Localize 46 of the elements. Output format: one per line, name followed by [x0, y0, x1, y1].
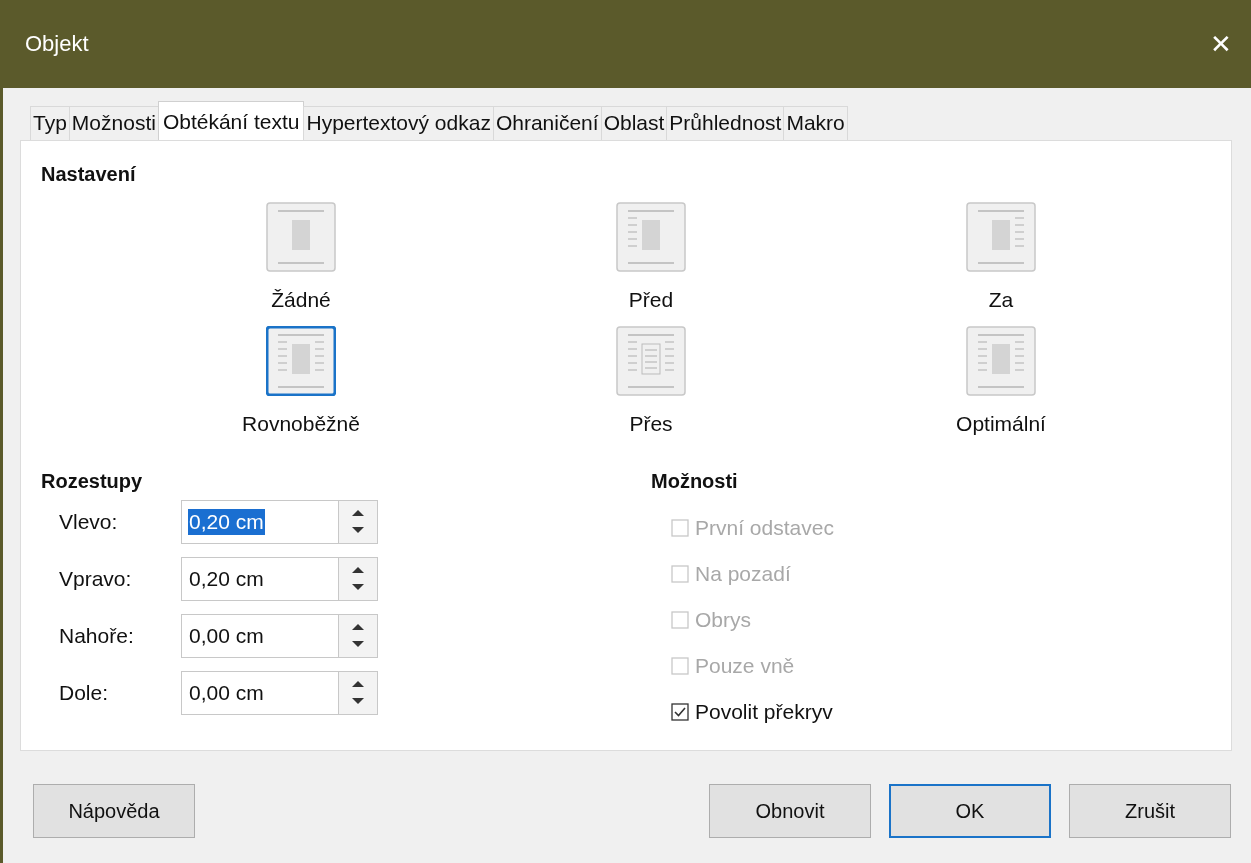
wrap-option-icon[interactable] — [266, 326, 336, 396]
field-label: Nahoře: — [59, 623, 135, 648]
checkbox-label: Na pozadí — [695, 562, 791, 586]
section-heading: Rozestupy — [41, 470, 144, 493]
cancel-button[interactable]: Zrušit — [1069, 784, 1231, 838]
wrap-option-label: Před — [628, 288, 674, 312]
tab[interactable]: Hypertextový odkaz — [303, 106, 494, 140]
down-arrow-icon — [351, 582, 365, 591]
close-button[interactable]: ✕ — [1191, 14, 1251, 74]
spin-field[interactable]: 0,20 cm — [181, 499, 339, 544]
checkbox-label: Obrys — [695, 608, 751, 632]
wrap-option-label: Přes — [629, 412, 673, 436]
section-heading: Možnosti — [651, 470, 739, 493]
spin-field[interactable]: 0,00 cm — [181, 613, 339, 658]
field-label: Vpravo: — [59, 566, 133, 591]
wrap-option-label: Za — [988, 288, 1014, 312]
tab[interactable]: Obtékání textu — [157, 101, 305, 140]
spin-buttons[interactable] — [339, 499, 378, 544]
window-title: Objekt — [25, 31, 89, 57]
tab[interactable]: Makro — [783, 106, 848, 140]
down-arrow-icon — [351, 639, 365, 648]
tab[interactable]: Typ — [30, 106, 70, 140]
up-arrow-icon — [351, 509, 365, 518]
help-button[interactable]: Nápověda — [33, 784, 195, 838]
field-label: Dole: — [59, 680, 110, 705]
field-label: Vlevo: — [59, 509, 119, 534]
up-arrow-icon — [351, 566, 365, 575]
spin-field[interactable]: 0,20 cm — [181, 556, 339, 601]
spin-buttons[interactable] — [339, 613, 378, 658]
checkbox[interactable] — [671, 703, 689, 721]
wrap-option-label: Optimální — [956, 412, 1046, 436]
checkbox-label: Povolit překryv — [695, 700, 833, 724]
ok-button[interactable]: OK — [889, 784, 1051, 838]
reset-button[interactable]: Obnovit — [709, 784, 871, 838]
wrap-option-label: Žádné — [271, 288, 331, 312]
spin-field[interactable]: 0,00 cm — [181, 670, 339, 715]
up-arrow-icon — [351, 623, 365, 632]
down-arrow-icon — [351, 525, 365, 534]
section-heading: Nastavení — [41, 163, 137, 186]
up-arrow-icon — [351, 680, 365, 689]
spin-buttons[interactable] — [339, 556, 378, 601]
checkbox-label: První odstavec — [695, 516, 834, 540]
spin-buttons[interactable] — [339, 670, 378, 715]
checkbox-label: Pouze vně — [695, 654, 795, 678]
wrap-option-label: Rovnoběžně — [242, 412, 360, 436]
down-arrow-icon — [351, 696, 365, 705]
